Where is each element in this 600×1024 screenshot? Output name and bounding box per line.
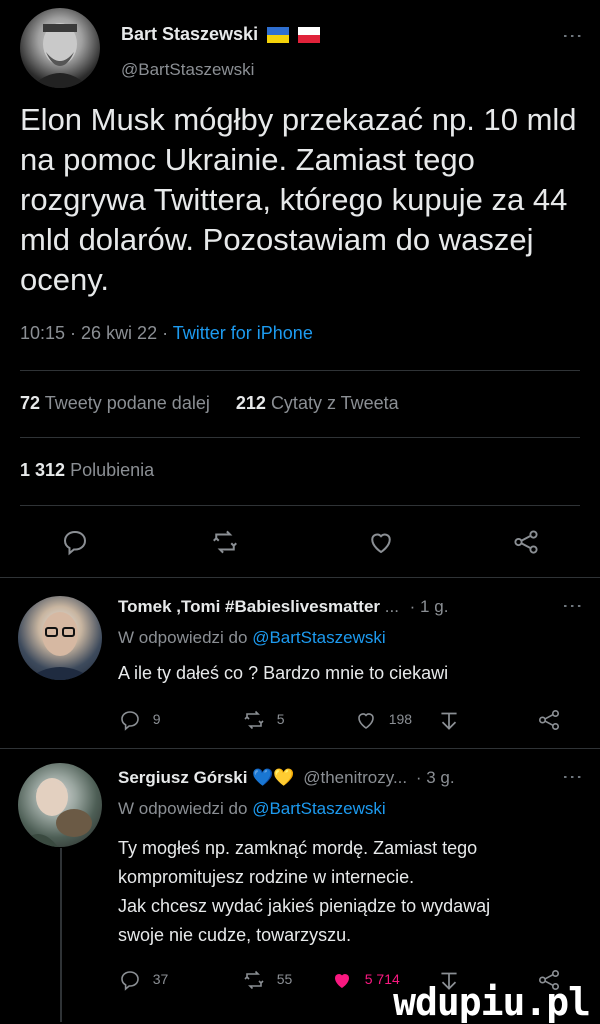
- replying-to: W odpowiedzi do @BartStaszewski: [118, 799, 386, 819]
- share-icon[interactable]: [536, 707, 562, 733]
- reply-avatar[interactable]: [18, 763, 102, 847]
- like-count-button[interactable]: 5 714: [330, 968, 400, 992]
- quotes-label: Cytaty z Tweeta: [270, 393, 399, 413]
- quotes-stat[interactable]: 212 Cytaty z Tweeta: [236, 393, 399, 413]
- ukraine-flag-icon: [267, 27, 290, 44]
- replying-to-handle[interactable]: @BartStaszewski: [252, 628, 385, 647]
- retweet-count: 55: [276, 971, 293, 988]
- reply-count: 37: [152, 971, 169, 988]
- reply-name-ellipsis: ...: [384, 597, 399, 616]
- share-arrow-icon[interactable]: [436, 707, 462, 733]
- author-name[interactable]: Bart Staszewski: [121, 24, 258, 44]
- retweet-icon: [244, 970, 264, 990]
- quotes-count: 212: [235, 393, 266, 413]
- like-count-button[interactable]: 198: [354, 708, 412, 732]
- retweet-count-button[interactable]: 5: [242, 708, 285, 732]
- reply-text-line: swoje nie cudze, towarzyszu.: [118, 925, 352, 945]
- tweet-meta: 10:15 · 26 kwi 22 · Twitter for iPhone: [20, 323, 313, 344]
- reply-author-name[interactable]: Tomek ,Tomi #Babieslivesmatter: [118, 597, 380, 616]
- likes-label: Polubienia: [70, 460, 155, 480]
- reply-text-line: Jak chcesz wydać jakieś pieniądze to wyd…: [118, 896, 491, 916]
- reply-header: Tomek ,Tomi #Babieslivesmatter ... · 1 g…: [118, 597, 448, 617]
- reply-count-button[interactable]: 37: [118, 968, 168, 992]
- replying-prefix: W odpowiedzi do: [118, 628, 253, 647]
- reply-author-handle[interactable]: @thenitrozy...: [303, 768, 407, 787]
- reply-icon[interactable]: [60, 527, 90, 557]
- reply-time[interactable]: · 3 g.: [416, 768, 455, 787]
- reply-text-line: Ty mogłeś np. zamknąć mordę. Zamiast teg…: [118, 838, 478, 858]
- replying-prefix: W odpowiedzi do: [118, 799, 253, 818]
- retweet-count: 5: [276, 711, 285, 728]
- share-icon[interactable]: [511, 527, 541, 557]
- reply-icon: [121, 971, 139, 991]
- retweet-count-button[interactable]: 55: [242, 968, 292, 992]
- tweet-source[interactable]: Twitter for iPhone: [173, 323, 313, 343]
- reply-text: A ile ty dałeś co ? Bardzo mnie to cieka…: [118, 663, 449, 683]
- reply-text-line: kompromitujesz rodzine w internecie.: [118, 867, 415, 887]
- replying-to: W odpowiedzi do @BartStaszewski: [118, 628, 386, 648]
- reply-header: Sergiusz Górski 💙💛 @thenitrozy... · 3 g.: [118, 768, 455, 788]
- retweets-stat[interactable]: 72 Tweety podane dalej: [20, 393, 210, 413]
- divider: [0, 577, 600, 578]
- divider: [20, 437, 580, 438]
- retweet-icon: [244, 710, 264, 730]
- divider: [20, 370, 580, 371]
- reply-author-name[interactable]: Sergiusz Górski: [118, 768, 247, 787]
- author-name-row: Bart Staszewski: [121, 24, 321, 45]
- more-options-icon[interactable]: ⋮: [560, 767, 584, 785]
- likes-stat[interactable]: 1 312 Polubienia: [20, 460, 154, 481]
- like-icon[interactable]: [366, 527, 396, 557]
- more-options-icon[interactable]: ⋮: [560, 596, 584, 614]
- watermark: wdupiu.pl: [393, 980, 591, 1024]
- liked-heart-icon: [335, 974, 349, 988]
- like-count: 198: [388, 711, 413, 728]
- more-options-icon[interactable]: ⋮: [560, 26, 584, 44]
- reply-time[interactable]: · 1 g.: [410, 597, 449, 616]
- tweet-text: Elon Musk mógłby przekazać np. 10 mld na…: [20, 102, 577, 297]
- reply-text: Ty mogłeś np. zamknąć mordę. Zamiast teg…: [118, 834, 588, 950]
- thread-line: [60, 848, 62, 1022]
- replying-to-handle[interactable]: @BartStaszewski: [252, 799, 385, 818]
- author-handle[interactable]: @BartStaszewski: [121, 60, 254, 80]
- divider: [0, 748, 600, 749]
- divider: [20, 505, 580, 506]
- reply-avatar[interactable]: [18, 596, 102, 680]
- author-avatar[interactable]: [20, 8, 100, 88]
- stats-row: 72 Tweety podane dalej 212 Cytaty z Twee…: [20, 393, 399, 414]
- reply-count: 9: [152, 711, 161, 728]
- tweet-time[interactable]: 10:15 · 26 kwi 22 ·: [20, 323, 173, 343]
- reply-icon: [121, 711, 139, 731]
- retweets-label: Tweety podane dalej: [44, 393, 210, 413]
- heart-emojis: 💙💛: [252, 768, 295, 787]
- poland-flag-icon: [298, 27, 321, 44]
- retweet-icon[interactable]: [210, 527, 240, 557]
- reply-count-button[interactable]: 9: [118, 708, 161, 732]
- likes-count: 1 312: [20, 460, 66, 480]
- retweets-count: 72: [20, 393, 41, 413]
- like-icon: [358, 713, 374, 729]
